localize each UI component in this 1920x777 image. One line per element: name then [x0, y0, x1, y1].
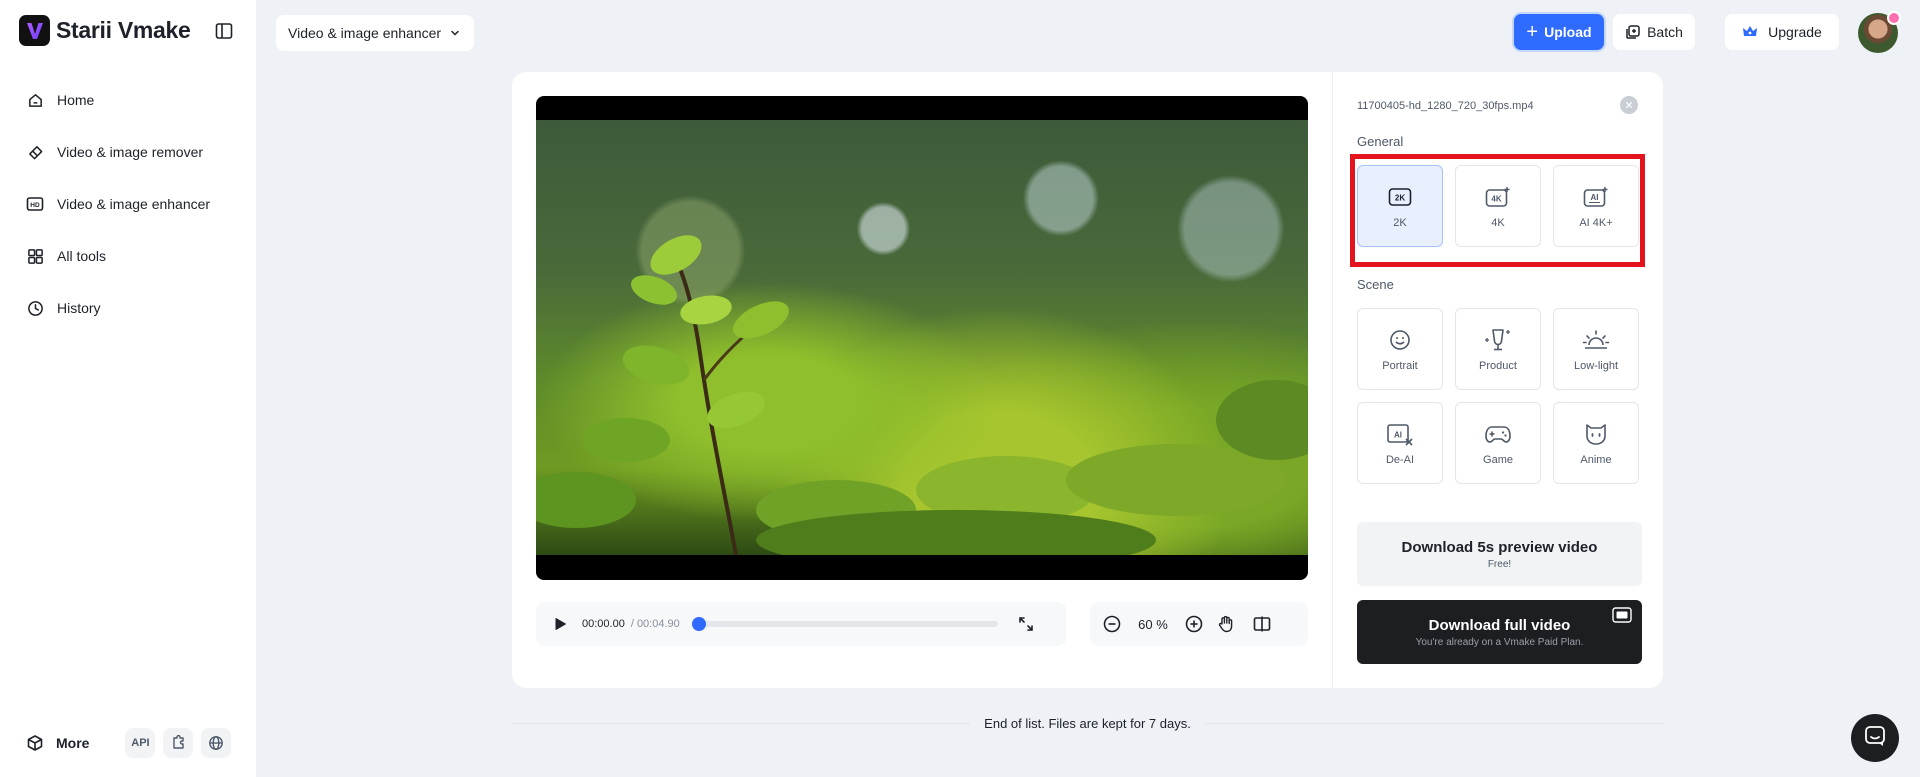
option-label: Anime [1580, 454, 1612, 466]
close-icon[interactable]: ✕ [1620, 96, 1638, 114]
option-label: Portrait [1382, 360, 1418, 372]
divider-line [1204, 723, 1663, 724]
download-preview-button[interactable]: Download 5s preview video Free! [1357, 522, 1642, 586]
compare-icon[interactable] [1252, 614, 1272, 634]
sidebar-item-enhancer[interactable]: HD Video & image enhancer [16, 184, 242, 224]
scene-low-light[interactable]: Low-light [1553, 308, 1639, 390]
upgrade-label: Upgrade [1768, 24, 1822, 40]
divider-line [512, 723, 971, 724]
zoom-controls: 60 % [1090, 602, 1308, 646]
brand[interactable]: Starii Vmake [19, 15, 191, 46]
sidebar-item-home[interactable]: Home [16, 80, 242, 120]
clock-icon [26, 299, 44, 317]
gamepad-icon [1484, 420, 1512, 448]
download-preview-title: Download 5s preview video [1401, 538, 1598, 556]
sidebar-item-label: Home [57, 92, 95, 108]
sidebar-footer: More API [16, 725, 242, 761]
option-label: Low-light [1573, 360, 1619, 372]
sidebar-item-all-tools[interactable]: All tools [16, 236, 242, 276]
zoom-out-icon[interactable] [1102, 614, 1122, 634]
scene-product[interactable]: Product [1455, 308, 1541, 390]
sidebar-item-remover[interactable]: Video & image remover [16, 132, 242, 172]
sidebar-toggle-icon[interactable] [214, 21, 234, 41]
scene-game[interactable]: Game [1455, 402, 1541, 484]
option-label: Product [1479, 360, 1517, 372]
progress-bar[interactable] [691, 617, 998, 631]
sidebar-nav: Home Video & image remover HD Video & im… [16, 80, 242, 340]
upgrade-button[interactable]: Upgrade [1725, 14, 1839, 50]
more-button[interactable]: More [16, 725, 89, 761]
fullscreen-icon[interactable] [1018, 616, 1034, 632]
download-full-title: Download full video [1428, 616, 1571, 634]
scene-portrait[interactable]: Portrait [1357, 308, 1443, 390]
more-label: More [56, 735, 90, 751]
sidebar: Starii Vmake Home Video & image remover … [0, 0, 256, 777]
smile-icon [1386, 326, 1414, 354]
sidebar-item-history[interactable]: History [16, 288, 242, 328]
product-icon [1484, 326, 1512, 354]
end-of-list-note: End of list. Files are kept for 7 days. [512, 716, 1663, 731]
annotation-highlight [1350, 154, 1645, 267]
progress-knob[interactable] [691, 617, 706, 631]
svg-text:AI: AI [1394, 431, 1402, 440]
scene-anime[interactable]: Anime [1553, 402, 1639, 484]
vmake-logo-icon [19, 15, 50, 46]
panel-divider [1332, 72, 1333, 688]
brand-name: Starii Vmake [56, 17, 191, 43]
avatar[interactable] [1858, 11, 1901, 53]
svg-text:HD: HD [30, 202, 40, 209]
sidebar-item-label: Video & image enhancer [57, 196, 211, 212]
hd-icon: HD [26, 195, 44, 213]
home-icon [26, 91, 44, 109]
globe-icon[interactable] [201, 728, 232, 758]
file-name: 11700405-hd_1280_720_30fps.mp4 [1357, 100, 1534, 112]
scene-title: Scene [1357, 277, 1394, 292]
chat-support-button[interactable] [1851, 714, 1899, 762]
player-controls: 00:00.00 / 00:04.90 [536, 602, 1066, 646]
api-button[interactable]: API [125, 728, 156, 758]
premium-badge-icon [1612, 607, 1632, 623]
editor-card: 00:00.00 / 00:04.90 60 % 11700405-hd_128… [512, 72, 1663, 688]
option-label: De-AI [1385, 454, 1415, 466]
sunrise-icon [1582, 326, 1610, 354]
notification-badge [1887, 11, 1901, 25]
de-ai-icon: AI [1386, 420, 1414, 448]
option-label: Game [1483, 454, 1513, 466]
video-frame-image [536, 120, 1308, 555]
sidebar-item-label: History [57, 300, 101, 316]
plugin-icon[interactable] [163, 728, 194, 758]
sidebar-item-label: All tools [57, 248, 107, 264]
chat-icon [1863, 724, 1887, 753]
video-preview[interactable] [536, 96, 1308, 580]
anime-icon [1582, 420, 1610, 448]
chevron-down-icon [449, 27, 461, 39]
end-of-list-text: End of list. Files are kept for 7 days. [984, 716, 1191, 731]
batch-icon [1625, 24, 1641, 40]
general-title: General [1357, 134, 1404, 149]
upload-label: Upload [1544, 24, 1592, 40]
plus-icon: + [1526, 21, 1539, 43]
upload-button[interactable]: + Upload [1514, 14, 1604, 50]
download-full-button[interactable]: Download full video You're already on a … [1357, 600, 1642, 664]
zoom-in-icon[interactable] [1184, 614, 1204, 634]
download-preview-subtitle: Free! [1487, 558, 1512, 570]
hand-icon[interactable] [1216, 614, 1236, 634]
batch-label: Batch [1647, 24, 1683, 40]
download-full-subtitle: You're already on a Vmake Paid Plan. [1415, 636, 1584, 648]
cube-icon [26, 734, 44, 752]
zoom-level: 60 % [1138, 616, 1168, 632]
mode-select[interactable]: Video & image enhancer [276, 15, 474, 51]
current-time: 00:00.00 [582, 618, 625, 630]
eraser-icon [26, 143, 44, 161]
crown-icon [1742, 25, 1758, 39]
plant-illustration [536, 235, 1308, 555]
mode-select-label: Video & image enhancer [288, 25, 442, 41]
scene-de-ai[interactable]: AI De-AI [1357, 402, 1443, 484]
total-time: / 00:04.90 [630, 618, 680, 630]
grid-icon [26, 247, 44, 265]
sidebar-item-label: Video & image remover [57, 144, 204, 160]
batch-button[interactable]: Batch [1613, 14, 1695, 50]
play-icon[interactable] [552, 615, 570, 633]
